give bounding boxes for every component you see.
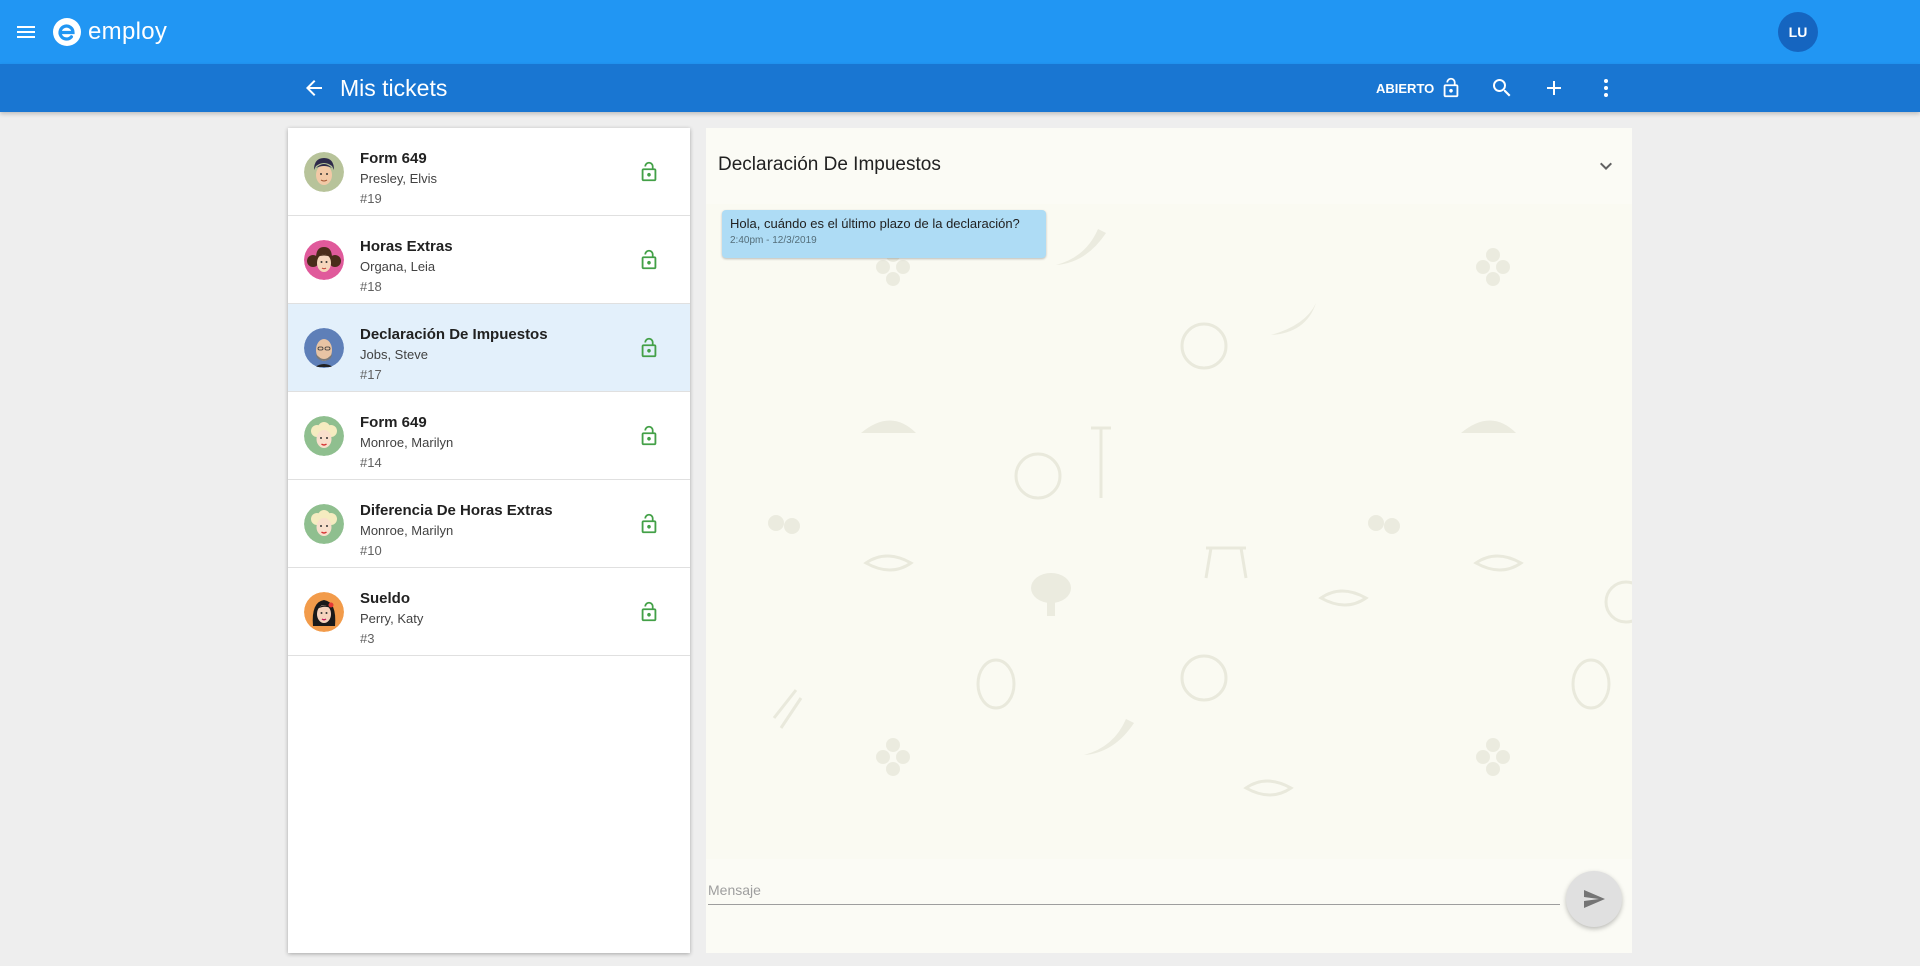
send-button[interactable] <box>1566 871 1622 927</box>
ticket-number: #10 <box>360 543 382 558</box>
ticket-employee: Monroe, Marilyn <box>360 435 454 450</box>
ticket-number: #19 <box>360 191 382 206</box>
ticket-list: Form 649 Presley, Elvis #19 Horas Extras… <box>288 128 690 953</box>
back-arrow-icon[interactable] <box>302 76 326 100</box>
send-icon <box>1584 890 1605 908</box>
ticket-title: Form 649 <box>360 150 427 167</box>
lock-open-icon <box>638 249 660 271</box>
ticket-title: Declaración De Impuestos <box>360 326 548 343</box>
ticket-number: #17 <box>360 367 382 382</box>
employ-logo[interactable]: employ <box>52 15 167 49</box>
lock-open-icon <box>638 513 660 535</box>
lock-open-icon <box>638 161 660 183</box>
chat-panel: Declaración De Impuestos Hola, cuándo es… <box>706 128 1632 953</box>
ticket-employee: Jobs, Steve <box>360 347 428 362</box>
lock-open-icon <box>1443 77 1459 98</box>
ticket-item[interactable]: Sueldo Perry, Katy #3 <box>288 568 690 656</box>
ticket-employee: Monroe, Marilyn <box>360 523 454 538</box>
ticket-number: #14 <box>360 455 382 470</box>
ticket-item[interactable]: Diferencia De Horas Extras Monroe, Maril… <box>288 480 690 568</box>
more-vert-icon[interactable] <box>1594 76 1618 100</box>
logo-mark-icon <box>53 18 81 46</box>
avatar <box>304 504 344 544</box>
add-icon[interactable] <box>1542 76 1566 100</box>
avatar <box>304 592 344 632</box>
chat-title: Declaración De Impuestos <box>718 154 941 175</box>
ticket-employee: Perry, Katy <box>360 611 424 626</box>
ticket-title: Horas Extras <box>360 238 453 255</box>
avatar <box>304 152 344 192</box>
ticket-item[interactable]: Horas Extras Organa, Leia #18 <box>288 216 690 304</box>
page-toolbar: Mis tickets ABIERTO <box>0 64 1920 112</box>
message-composer <box>706 859 1632 953</box>
chevron-down-icon[interactable] <box>1594 154 1618 178</box>
ticket-employee: Presley, Elvis <box>360 171 438 186</box>
message-timestamp: 2:40pm - 12/3/2019 <box>730 235 817 246</box>
lock-open-icon <box>638 425 660 447</box>
ticket-item[interactable]: Declaración De Impuestos Jobs, Steve #17 <box>288 304 690 392</box>
message-input[interactable] <box>708 875 1560 905</box>
page-title: Mis tickets <box>340 75 448 101</box>
lock-open-icon <box>638 337 660 359</box>
ticket-item[interactable]: Form 649 Presley, Elvis #19 <box>288 128 690 216</box>
message-bubble: Hola, cuándo es el último plazo de la de… <box>722 210 1046 258</box>
ticket-title: Diferencia De Horas Extras <box>360 502 553 519</box>
status-filter-button[interactable]: ABIERTO <box>1376 76 1462 100</box>
ticket-employee: Organa, Leia <box>360 259 436 274</box>
ticket-title: Sueldo <box>360 590 411 607</box>
ticket-number: #18 <box>360 279 382 294</box>
message-text: Hola, cuándo es el último plazo de la de… <box>730 216 1020 231</box>
status-filter-label: ABIERTO <box>1376 80 1435 96</box>
chat-header: Declaración De Impuestos <box>706 128 1632 204</box>
avatar <box>304 240 344 280</box>
avatar <box>304 416 344 456</box>
menu-icon[interactable] <box>14 20 38 44</box>
ticket-item[interactable]: Form 649 Monroe, Marilyn #14 <box>288 392 690 480</box>
avatar <box>304 328 344 368</box>
user-avatar[interactable]: LU <box>1778 12 1818 52</box>
lock-open-icon <box>638 601 660 623</box>
app-bar: employ LU <box>0 0 1920 64</box>
ticket-number: #3 <box>360 631 375 646</box>
search-icon[interactable] <box>1490 76 1514 100</box>
brand-name: employ <box>88 18 168 45</box>
ticket-title: Form 649 <box>360 414 427 431</box>
